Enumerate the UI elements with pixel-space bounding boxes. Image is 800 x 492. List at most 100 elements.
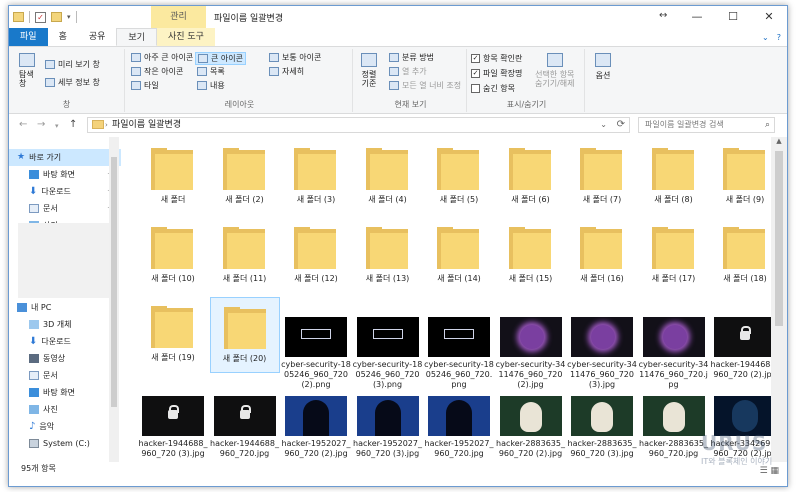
folder-item[interactable]: 새 폴더 (14)	[424, 218, 494, 294]
image-file-item[interactable]: hacker-2883635_960_720 (2).jpg	[496, 376, 566, 458]
tab-view[interactable]: 보기	[116, 28, 157, 46]
customize-toolbar-arrow[interactable]: ▾	[67, 13, 71, 21]
folder-item[interactable]: 새 폴더	[138, 139, 208, 215]
image-file-item[interactable]: hacker-1944688_960_720 (3).jpg	[138, 376, 208, 458]
options-button[interactable]: 옵션	[595, 53, 611, 81]
image-file-item[interactable]: cyber-security-1805246_960_720 (2).png	[281, 297, 351, 389]
nav-pc-documents[interactable]: 문서	[9, 367, 121, 384]
layout-details[interactable]: 자세히	[269, 66, 304, 77]
image-file-item[interactable]: cyber-security-3411476_960_720 (2).jpg	[496, 297, 566, 389]
file-extensions-toggle[interactable]: 파일 확장명	[471, 68, 522, 79]
folder-item[interactable]: 새 폴더 (17)	[639, 218, 709, 294]
up-icon[interactable]: ↑	[69, 119, 77, 130]
recent-locations-icon[interactable]: ▾	[55, 122, 59, 130]
content-scrollbar[interactable]: ▲	[771, 137, 787, 462]
tab-home[interactable]: 홈	[48, 28, 78, 46]
image-file-item[interactable]: cyber-security-1805246_960_720.png	[424, 297, 494, 389]
nav-this-pc[interactable]: 내 PC	[9, 299, 121, 316]
nav-scroll-thumb[interactable]	[111, 157, 117, 407]
layout-small[interactable]: 작은 아이콘	[131, 66, 183, 77]
file-name-label: hacker-1952027_960_720 (3).jpg	[353, 439, 422, 458]
folder-item[interactable]: 새 폴더 (13)	[353, 218, 423, 294]
image-thumbnail	[285, 317, 347, 357]
nav-pc-downloads[interactable]: ⬇ 다운로드	[9, 333, 121, 350]
file-name-label: 새 폴더 (8)	[654, 195, 693, 204]
nav-pc-desktop[interactable]: 바탕 화면	[9, 384, 121, 401]
layout-list[interactable]: 목록	[197, 66, 225, 77]
nav-3d-objects[interactable]: 3D 개체	[9, 316, 121, 333]
nav-pane-button[interactable]: 탐색 창	[19, 53, 35, 88]
folder-item[interactable]: 새 폴더 (15)	[496, 218, 566, 294]
image-file-item[interactable]: cyber-security-3411476_960_720.jpg	[639, 297, 709, 389]
close-button[interactable]: ✕	[751, 6, 787, 28]
nav-desktop[interactable]: 바탕 화면 ✦	[9, 166, 121, 183]
image-file-item[interactable]: hacker-1952027_960_720 (2).jpg	[281, 376, 351, 458]
image-file-item[interactable]: hacker-1952027_960_720.jpg	[424, 376, 494, 458]
context-tab-manage[interactable]: 관리	[151, 6, 206, 28]
hidden-items-toggle[interactable]: 숨긴 항목	[471, 83, 515, 94]
folder-item[interactable]: 새 폴더 (19)	[138, 297, 208, 373]
image-file-item[interactable]: hacker-2883635_960_720 (3).jpg	[567, 376, 637, 458]
minimize-button[interactable]: —	[679, 6, 715, 28]
folder-item[interactable]: 새 폴더 (6)	[496, 139, 566, 215]
details-pane-button[interactable]: 세부 정보 창	[45, 77, 100, 88]
tab-file[interactable]: 파일	[9, 28, 48, 46]
sort-by-button[interactable]: 정렬 기준	[361, 53, 377, 88]
size-columns-button[interactable]: 모든 열 너비 조정	[389, 80, 461, 91]
folder-item[interactable]: 새 폴더 (2)	[210, 139, 280, 215]
folder-item[interactable]: 새 폴더 (7)	[567, 139, 637, 215]
item-checkboxes-toggle[interactable]: 항목 확인란	[471, 53, 522, 64]
nav-scrollbar[interactable]	[109, 137, 119, 462]
layout-content[interactable]: 내용	[197, 80, 225, 91]
breadcrumb-chevron-icon[interactable]: ›	[105, 118, 108, 132]
path-dropdown-icon[interactable]: ⌄	[600, 118, 607, 132]
nav-downloads[interactable]: ⬇ 다운로드 ✦	[9, 183, 121, 200]
maximize-button[interactable]: ☐	[715, 6, 751, 28]
content-scroll-thumb[interactable]	[775, 151, 783, 326]
properties-check-icon[interactable]: ✓	[35, 11, 46, 23]
folder-item[interactable]: 새 폴더 (11)	[210, 218, 280, 294]
folder-item[interactable]: 새 폴더 (20)	[209, 297, 280, 373]
nav-quick-access[interactable]: ★ 바로 가기	[9, 149, 121, 166]
image-file-item[interactable]: hacker-1944688_960_720 (2).jpg	[710, 297, 771, 379]
collapse-ribbon-icon[interactable]: ⌄	[762, 33, 769, 42]
image-file-item[interactable]: cyber-security-3411476_960_720 (3).jpg	[567, 297, 637, 389]
nav-documents[interactable]: 문서 ✦	[9, 200, 121, 217]
preview-pane-button[interactable]: 미리 보기 창	[45, 59, 100, 70]
folder-item[interactable]: 새 폴더 (3)	[281, 139, 351, 215]
layout-extra-large[interactable]: 아주 큰 아이콘	[131, 52, 193, 63]
folder-item[interactable]: 새 폴더 (4)	[353, 139, 423, 215]
layout-large[interactable]: 큰 아이콘	[195, 52, 246, 65]
new-folder-icon[interactable]	[51, 12, 62, 22]
folder-item[interactable]: 새 폴더 (8)	[639, 139, 709, 215]
group-by-button[interactable]: 분류 방법	[389, 52, 434, 63]
folder-item[interactable]: 새 폴더 (12)	[281, 218, 351, 294]
image-file-item[interactable]: hacker-1944688_960_720.jpg	[210, 376, 280, 458]
add-columns-button[interactable]: 열 추가	[389, 66, 427, 77]
image-file-item[interactable]: cyber-security-1805246_960_720 (3).png	[353, 297, 423, 389]
nav-system-drive[interactable]: System (C:)	[9, 435, 121, 452]
nav-music[interactable]: ♪ 음악	[9, 418, 121, 435]
folder-item[interactable]: 새 폴더 (5)	[424, 139, 494, 215]
search-input[interactable]: 파일이름 일괄변경 검색 ⌕	[638, 117, 775, 133]
tab-picture-tools[interactable]: 사진 도구	[156, 28, 215, 46]
path-field[interactable]: › 파일이름 일괄변경 ⌄ ⟳	[87, 117, 630, 133]
folder-item[interactable]: 새 폴더 (16)	[567, 218, 637, 294]
help-icon[interactable]: ?	[777, 33, 781, 42]
folder-item[interactable]: 새 폴더 (9)	[710, 139, 771, 215]
layout-tiles[interactable]: 타일	[131, 80, 159, 91]
nav-videos[interactable]: 동영상	[9, 350, 121, 367]
tab-share[interactable]: 공유	[78, 28, 117, 46]
back-icon[interactable]: ←	[19, 119, 27, 130]
file-name-label: 새 폴더 (13)	[365, 274, 410, 283]
scroll-up-icon[interactable]: ▲	[771, 137, 787, 145]
refresh-icon[interactable]: ⟳	[617, 118, 625, 132]
layout-medium[interactable]: 보통 아이콘	[269, 52, 321, 63]
hide-selected-button[interactable]: 선택한 항목 숨기기/해제	[535, 53, 575, 88]
folder-item[interactable]: 새 폴더 (10)	[138, 218, 208, 294]
image-file-item[interactable]: hacker-1952027_960_720 (3).jpg	[353, 376, 423, 458]
forward-icon[interactable]: →	[37, 119, 45, 130]
nav-pc-pictures[interactable]: 사진	[9, 401, 121, 418]
folder-item[interactable]: 새 폴더 (18)	[710, 218, 771, 294]
image-file-item[interactable]: hacker-2883635_960_720.jpg	[639, 376, 709, 458]
